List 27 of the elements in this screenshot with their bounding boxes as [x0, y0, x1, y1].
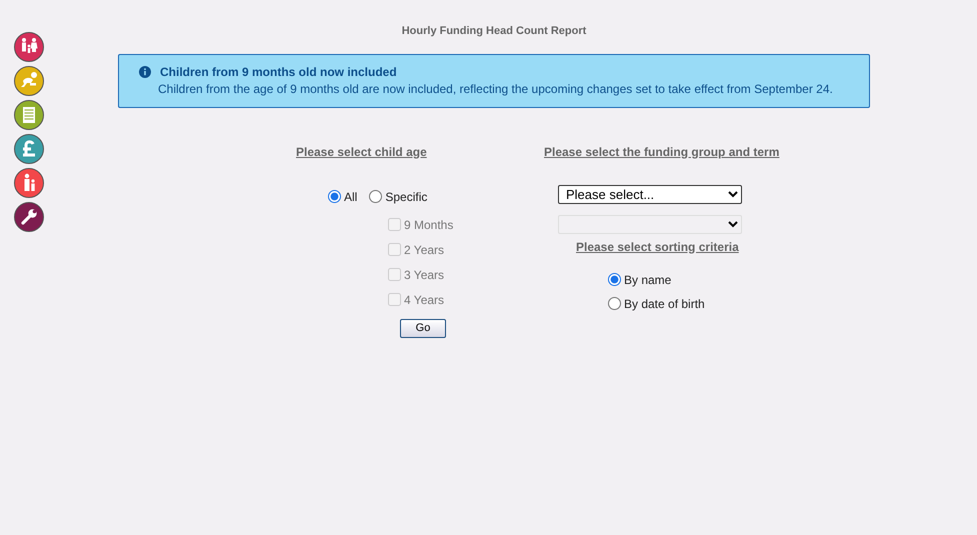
document-icon[interactable]	[14, 100, 44, 130]
pound-icon[interactable]	[14, 134, 44, 164]
option-label: 2 Years	[404, 242, 444, 258]
radio-button[interactable]	[328, 190, 341, 203]
option-label: By date of birth	[624, 296, 705, 312]
option-label: All	[344, 188, 358, 206]
parent-child-icon[interactable]	[14, 168, 44, 198]
radio-button[interactable]	[608, 273, 621, 286]
radio-button[interactable]	[608, 297, 621, 310]
option-label: 9 Months	[404, 216, 454, 234]
notice-title: Children from 9 months old now included	[160, 64, 398, 80]
section-heading: Please select sorting criteria	[576, 238, 739, 256]
option-label: By name	[624, 272, 672, 288]
wrench-icon[interactable]	[14, 202, 44, 232]
page-title: Hourly Funding Head Count Report	[402, 24, 586, 39]
notice-text: Children from the age of 9 months old are now included, reflecting the upcoming changes set to take effect from September 24.	[158, 80, 833, 98]
info-icon	[139, 66, 151, 78]
section-heading: Please select the funding group and term	[544, 144, 780, 160]
crawling-baby-icon[interactable]	[14, 66, 44, 96]
option-label: 3 Years	[404, 266, 444, 284]
option-label: Specific	[385, 188, 428, 206]
go-button[interactable]: Go	[400, 318, 446, 338]
dropdown[interactable]: Please select...	[558, 184, 742, 204]
radio-button[interactable]	[369, 190, 382, 203]
option-label: 4 Years	[404, 292, 444, 308]
section-heading: Please select child age	[296, 144, 427, 160]
family-icon[interactable]	[14, 32, 44, 62]
